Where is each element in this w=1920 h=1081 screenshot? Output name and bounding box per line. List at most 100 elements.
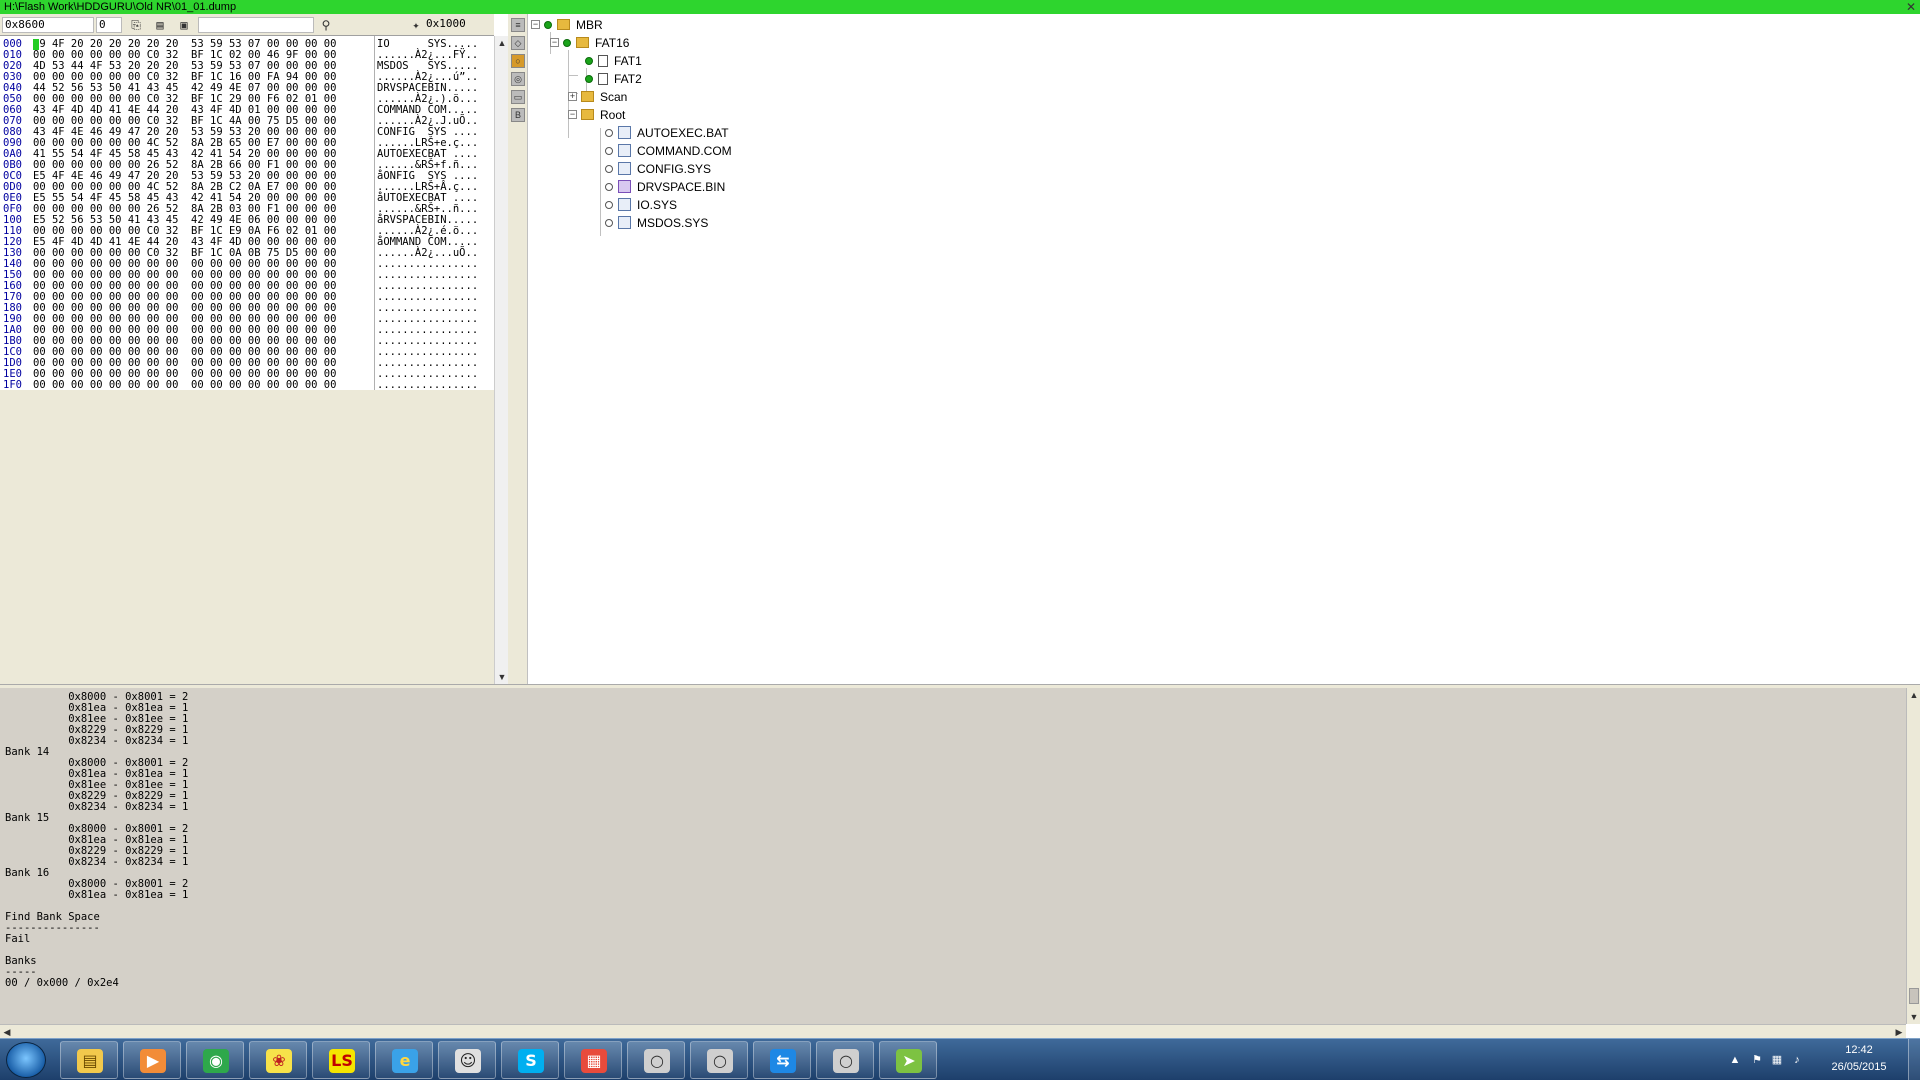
taskbar-app-button[interactable]: ◉ [186, 1041, 244, 1079]
page-icon [598, 54, 608, 67]
hex-ascii[interactable]: ................ [377, 380, 478, 391]
network-icon[interactable]: ▦ [1770, 1053, 1784, 1067]
file-icon [618, 162, 631, 176]
tree-label: Root [600, 107, 626, 122]
b-icon[interactable]: B [511, 108, 525, 122]
collapse-icon[interactable]: − [568, 110, 577, 120]
log-scrollbar[interactable]: ▲ ▼ [1906, 688, 1920, 1024]
tree-label: CONFIG.SYS [637, 161, 712, 176]
scroll-up-icon[interactable]: ▲ [495, 36, 509, 50]
status-dot-icon [605, 200, 613, 209]
offset-input[interactable]: 0x8600 [2, 17, 94, 33]
tree-file[interactable]: CONFIG.SYS [605, 159, 711, 177]
scroll-left-icon[interactable]: ◀ [0, 1025, 14, 1039]
tree-node-root[interactable]: − Root [568, 105, 625, 123]
log-output[interactable]: 0x8000 - 0x8001 = 2 0x81ea - 0x81ea = 1 … [0, 688, 1906, 1024]
list-icon[interactable]: ≡ [511, 18, 525, 32]
tools-icon[interactable]: ✦ [408, 17, 424, 33]
tree-file[interactable]: AUTOEXEC.BAT [605, 123, 729, 141]
taskbar-app-button[interactable]: ➤ [879, 1041, 937, 1079]
expand-icon[interactable]: + [568, 92, 577, 102]
hex-scrollbar[interactable]: ▲ ▼ [494, 36, 508, 684]
page-icon [598, 72, 608, 85]
taskbar-app-button[interactable]: e [375, 1041, 433, 1079]
show-desktop-button[interactable] [1908, 1039, 1920, 1081]
tag-icon[interactable]: ◇ [511, 36, 525, 50]
tree-label: FAT2 [614, 71, 642, 86]
scroll-thumb[interactable] [1909, 988, 1919, 1004]
system-tray: ▲ ⚑ ▦ ♪ 12:42 26/05/2015 [1720, 1039, 1920, 1081]
taskbar-app-button[interactable]: ⇆ [753, 1041, 811, 1079]
ls-icon: LS [329, 1049, 355, 1073]
tray-expand-icon[interactable]: ▲ [1728, 1053, 1742, 1067]
search-input[interactable] [198, 17, 314, 33]
doc-icon[interactable]: ▭ [511, 90, 525, 104]
taskbar-app-button[interactable]: ▤ [60, 1041, 118, 1079]
tree-file[interactable]: COMMAND.COM [605, 141, 732, 159]
status-dot-icon [585, 74, 593, 83]
log-hscrollbar[interactable]: ◀ ▶ [0, 1024, 1906, 1038]
tree-file[interactable]: MSDOS.SYS [605, 213, 708, 231]
tree-node-fat1[interactable]: FAT1 [585, 51, 642, 69]
scroll-right-icon[interactable]: ▶ [1892, 1025, 1906, 1039]
collapse-icon[interactable]: − [531, 20, 540, 30]
tree-node-fat2[interactable]: FAT2 [585, 69, 642, 87]
taskbar-app-button[interactable]: ▦ [564, 1041, 622, 1079]
ie-icon: e [392, 1049, 418, 1073]
collapse-icon[interactable]: − [550, 38, 559, 48]
folder-icon [576, 37, 589, 49]
taskbar-app-button[interactable]: ○ [690, 1041, 748, 1079]
taskbar-app-button[interactable]: ❀ [249, 1041, 307, 1079]
hex-pane: 0x8600 0 ⎘ ▤ ▣ ⚲ ✦ 0x1000 000 49 4F 20 20… [0, 14, 494, 684]
save-icon[interactable]: ▣ [176, 17, 192, 33]
taskbar-app-button[interactable]: ○ [627, 1041, 685, 1079]
find-icon[interactable]: ⚲ [318, 17, 334, 33]
hex-row[interactable]: 1F0 00 00 00 00 00 00 00 00 00 00 00 00 0… [0, 380, 494, 391]
taskbar-app-button[interactable]: ▶ [123, 1041, 181, 1079]
bulb-icon[interactable]: ○ [511, 54, 525, 68]
taskbar-app-button[interactable]: LS [312, 1041, 370, 1079]
volume-icon[interactable]: ♪ [1790, 1053, 1804, 1067]
eye-icon[interactable]: ◎ [511, 72, 525, 86]
flag-icon[interactable]: ⚑ [1750, 1053, 1764, 1067]
circle-app-icon: ○ [707, 1049, 733, 1073]
window-title: H:\Flash Work\HDDGURU\Old NR\01_01.dump [4, 1, 237, 13]
hex-bytes[interactable]: 00 00 00 00 00 00 00 00 00 00 00 00 00 0… [33, 380, 336, 391]
tree-file[interactable]: IO.SYS [605, 195, 677, 213]
game-icon: ❀ [266, 1049, 292, 1073]
taskbar-app-button[interactable]: S [501, 1041, 559, 1079]
clock[interactable]: 12:42 26/05/2015 [1824, 1042, 1894, 1076]
file-icon [618, 180, 631, 194]
status-dot-icon [585, 56, 593, 65]
folder-icon [581, 109, 594, 121]
file-icon [618, 126, 631, 140]
tree-label: MSDOS.SYS [637, 215, 709, 230]
taskbar: ▤ ▶ ◉ ❀ LS e ☺ S ▦ ○ ○ ⇆ ○ ➤ ▲ ⚑ ▦ ♪ 12:42 26/05/2015 [0, 1038, 1920, 1081]
status-dot-icon [544, 20, 552, 29]
clock-date: 26/05/2015 [1831, 1061, 1887, 1073]
size-label: 0x1000 [426, 17, 466, 30]
scroll-down-icon[interactable]: ▼ [1907, 1010, 1920, 1024]
value-input[interactable]: 0 [96, 17, 122, 33]
chrome-icon: ◉ [203, 1049, 229, 1073]
circle-app-icon: ○ [644, 1049, 670, 1073]
tree-node-fat16[interactable]: − FAT16 [550, 33, 629, 51]
scroll-down-icon[interactable]: ▼ [495, 670, 509, 684]
tree-file[interactable]: DRVSPACE.BIN [605, 177, 725, 195]
start-button[interactable] [6, 1042, 46, 1078]
hex-empty-area [0, 390, 494, 684]
cat-icon: ☺ [455, 1049, 481, 1073]
skype-icon: S [518, 1049, 544, 1073]
close-icon[interactable]: ✕ [1906, 0, 1916, 14]
tree-node-mbr[interactable]: − MBR [531, 15, 603, 33]
hex-view[interactable]: 000 49 4F 20 20 20 20 20 20 53 59 53 07 0… [0, 36, 494, 390]
copy-icon[interactable]: ⎘ [128, 17, 144, 33]
tree-label: DRVSPACE.BIN [637, 179, 726, 194]
paste-icon[interactable]: ▤ [152, 17, 168, 33]
taskbar-app-button[interactable]: ○ [816, 1041, 874, 1079]
tree-pane: − MBR − FAT16 FAT1 FAT2 + Scan − Root AUTOEX… [528, 14, 1920, 684]
tree-label: Scan [600, 89, 628, 104]
taskbar-app-button[interactable]: ☺ [438, 1041, 496, 1079]
scroll-up-icon[interactable]: ▲ [1907, 688, 1920, 702]
tree-node-scan[interactable]: + Scan [568, 87, 627, 105]
